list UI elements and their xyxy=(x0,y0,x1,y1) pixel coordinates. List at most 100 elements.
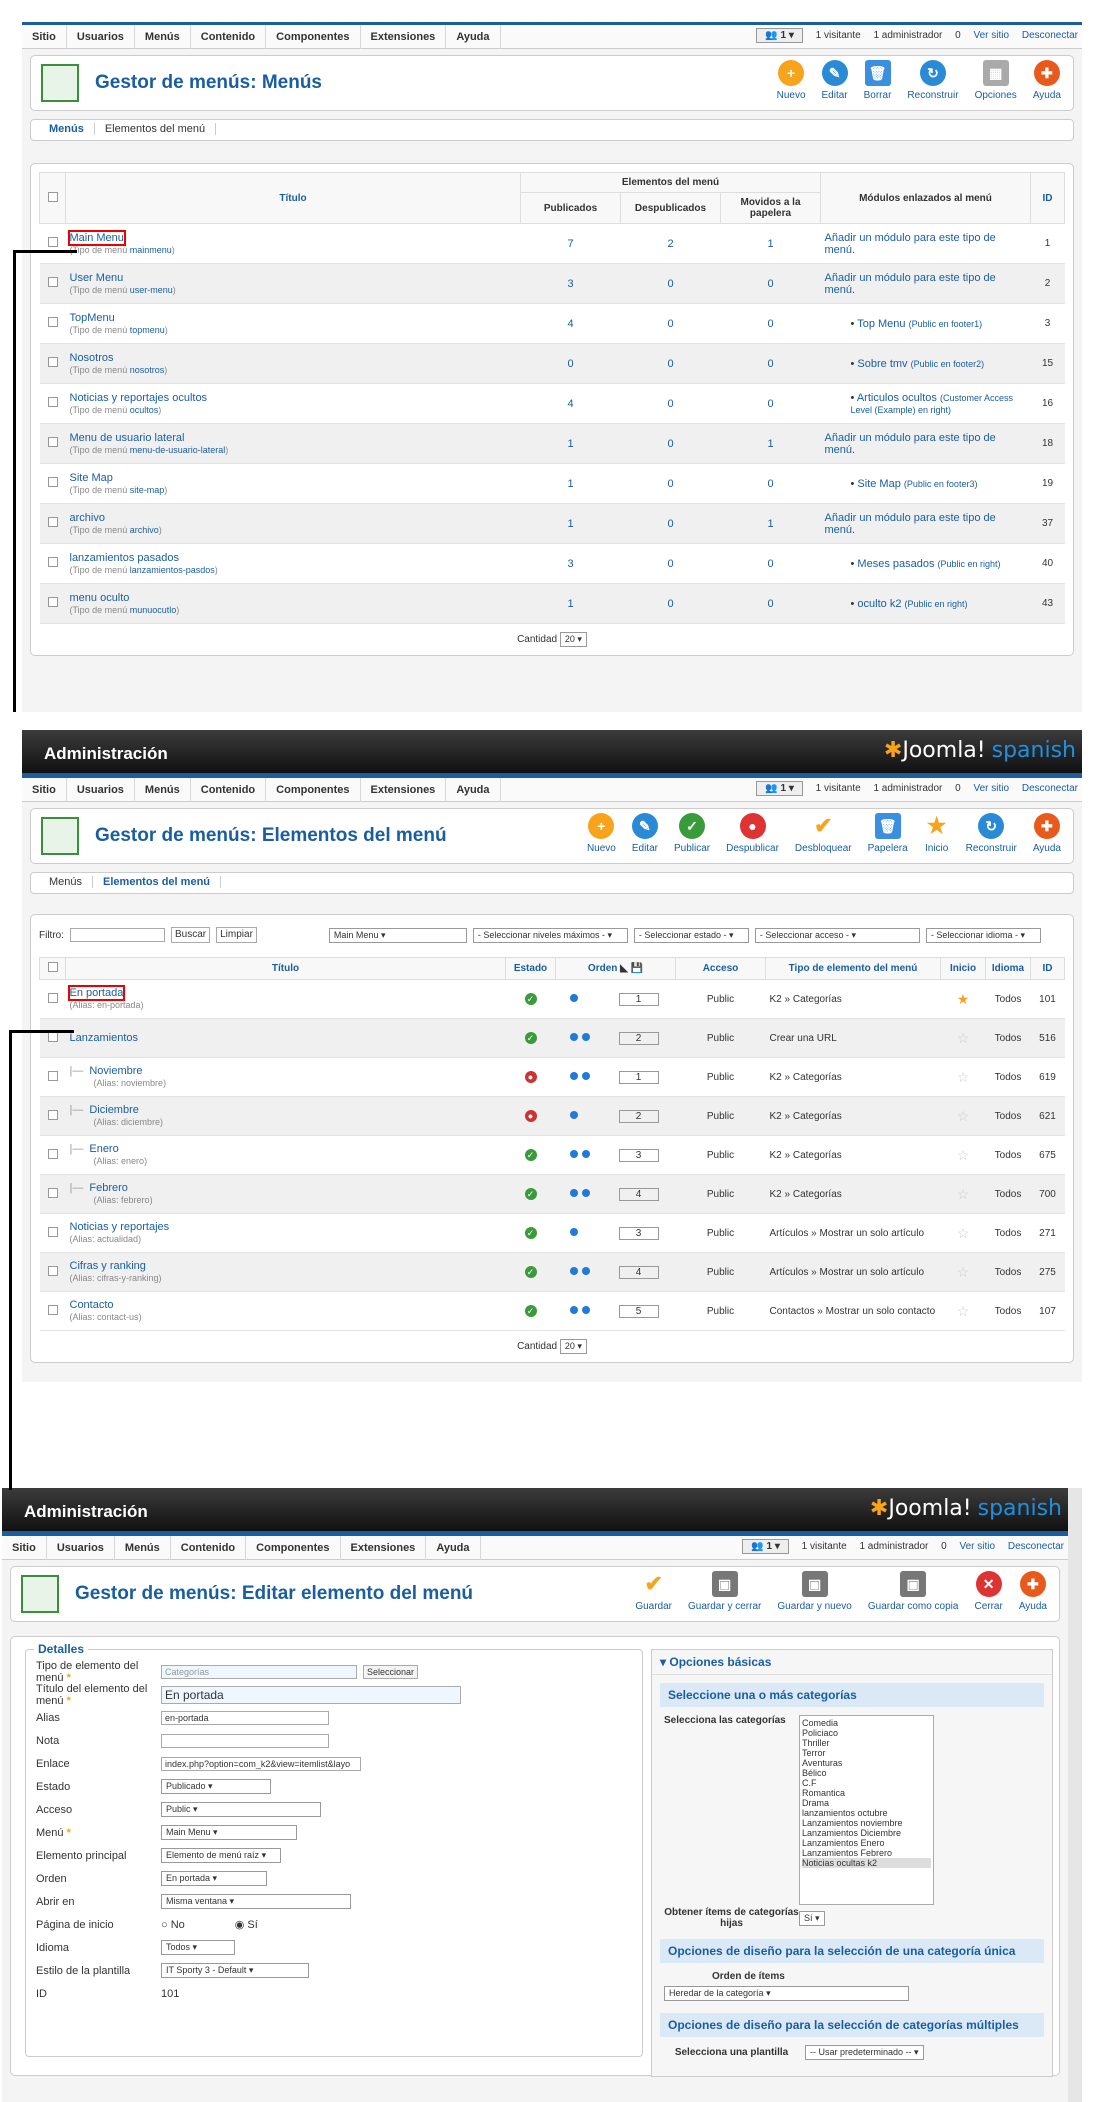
close-button[interactable]: ✕ Cerrar xyxy=(966,1571,1010,1612)
menu-title-link[interactable]: TopMenu xyxy=(70,312,115,324)
view-site-link[interactable]: Ver sitio xyxy=(974,783,1010,794)
category-option[interactable]: Lanzamientos Enero xyxy=(802,1838,931,1848)
save-close-button[interactable]: ▣ Guardar y cerrar xyxy=(680,1571,769,1612)
order-arrow-icon[interactable] xyxy=(569,1071,578,1080)
tab-menus[interactable]: Menús xyxy=(39,876,94,888)
order-arrow-icon[interactable] xyxy=(569,1305,578,1314)
category-option[interactable]: Aventuras xyxy=(802,1758,931,1768)
item-title-link[interactable]: Diciembre xyxy=(89,1104,139,1116)
module-link[interactable]: oculto k2 xyxy=(857,598,901,610)
menu-title-link[interactable]: User Menu xyxy=(70,272,124,284)
trashed-count[interactable]: 1 xyxy=(767,518,773,530)
menubar-item[interactable]: Contenido xyxy=(171,1536,247,1560)
menu-title-link[interactable]: Nosotros xyxy=(70,352,114,364)
clear-button[interactable]: Limpiar xyxy=(216,927,257,943)
menubar-item[interactable]: Ayuda xyxy=(446,778,501,802)
order-arrow-icon[interactable] xyxy=(581,1266,590,1275)
trashed-count[interactable]: 0 xyxy=(767,358,773,370)
row-checkbox[interactable] xyxy=(47,1304,58,1315)
order-input[interactable]: 2 xyxy=(618,1031,659,1045)
order-arrow-icon[interactable] xyxy=(569,1188,578,1197)
filter-search-input[interactable] xyxy=(70,928,165,942)
row-checkbox[interactable] xyxy=(47,992,58,1003)
field-input[interactable]: en-portada xyxy=(161,1710,329,1725)
category-option[interactable]: Romantica xyxy=(802,1788,931,1798)
home-star-icon[interactable]: ★ xyxy=(957,991,970,1007)
menubar-item[interactable]: Menús xyxy=(115,1536,171,1560)
state-select[interactable]: - Seleccionar estado - ▾ xyxy=(633,927,749,943)
menubar-item[interactable]: Componentes xyxy=(266,25,361,49)
row-checkbox[interactable] xyxy=(47,597,58,607)
col-status[interactable]: Estado xyxy=(505,957,556,980)
users-dropdown[interactable]: 👥 1 ▾ xyxy=(756,28,803,43)
published-count[interactable]: 1 xyxy=(567,478,573,490)
save-copy-button[interactable]: ▣ Guardar como copia xyxy=(860,1571,967,1612)
menubar-item[interactable]: Sitio xyxy=(2,1536,47,1560)
published-count[interactable]: 4 xyxy=(567,318,573,330)
logout-link[interactable]: Desconectar xyxy=(1022,783,1078,794)
unpublished-count[interactable]: 0 xyxy=(667,278,673,290)
menubar-item[interactable]: Contenido xyxy=(191,778,267,802)
trashed-count[interactable]: 0 xyxy=(767,598,773,610)
menubar-item[interactable]: Ayuda xyxy=(426,1536,481,1560)
child-categories-select[interactable]: Sí ▾ xyxy=(799,1910,825,1926)
set-home-star-icon[interactable]: ☆ xyxy=(957,1264,970,1280)
list-limit-select[interactable]: 20 ▾ xyxy=(559,632,587,647)
order-arrow-icon[interactable] xyxy=(581,1032,590,1041)
row-checkbox[interactable] xyxy=(47,1031,58,1042)
item-title-link[interactable]: Contacto xyxy=(70,1299,114,1311)
category-option[interactable]: Terror xyxy=(802,1748,931,1758)
tab-menu-items[interactable]: Elementos del menú xyxy=(93,876,222,888)
published-count[interactable]: 4 xyxy=(567,398,573,410)
row-checkbox[interactable] xyxy=(47,277,58,287)
unpublished-count[interactable]: 0 xyxy=(667,318,673,330)
help-button[interactable]: ✚ Ayuda xyxy=(1025,813,1069,854)
category-option[interactable]: Lanzamientos noviembre xyxy=(802,1818,931,1828)
published-icon[interactable]: ✓ xyxy=(524,993,537,1005)
order-arrow-icon[interactable] xyxy=(569,1032,578,1041)
menu-filter-select[interactable]: Main Menu ▾ xyxy=(328,927,467,943)
menu-title-link[interactable]: archivo xyxy=(70,512,105,524)
save-order-icon[interactable]: 💾 xyxy=(631,963,643,974)
menubar-item[interactable]: Sitio xyxy=(22,778,67,802)
module-link[interactable]: Top Menu xyxy=(857,318,905,330)
published-count[interactable]: 3 xyxy=(567,558,573,570)
category-option[interactable]: Bélico xyxy=(802,1768,931,1778)
col-access[interactable]: Acceso xyxy=(675,957,766,980)
menubar-item[interactable]: Menús xyxy=(135,778,191,802)
published-count[interactable]: 0 xyxy=(567,358,573,370)
menu-title-link[interactable]: Site Map xyxy=(70,472,113,484)
category-option[interactable]: Policiaco xyxy=(802,1728,931,1738)
trashed-count[interactable]: 0 xyxy=(767,558,773,570)
col-title[interactable]: Título xyxy=(65,957,506,980)
menu-title-link[interactable]: Menu de usuario lateral xyxy=(70,432,185,444)
category-option[interactable]: Comedia xyxy=(802,1718,931,1728)
menubar-item[interactable]: Ayuda xyxy=(446,25,501,49)
set-home-star-icon[interactable]: ☆ xyxy=(957,1303,970,1319)
set-home-star-icon[interactable]: ☆ xyxy=(957,1030,970,1046)
publish-button[interactable]: ✓ Publicar xyxy=(666,813,718,854)
category-option[interactable]: Noticias ocultas k2 xyxy=(802,1858,931,1868)
search-button[interactable]: Buscar xyxy=(171,927,211,943)
trashed-count[interactable]: 0 xyxy=(767,478,773,490)
col-order[interactable]: Orden ◣ 💾 xyxy=(555,957,676,980)
order-arrow-icon[interactable] xyxy=(581,1188,590,1197)
menubar-item[interactable]: Usuarios xyxy=(67,25,135,49)
menu-title-link[interactable]: Main Menu xyxy=(67,229,126,246)
category-option[interactable]: lanzamientos octubre xyxy=(802,1808,931,1818)
row-checkbox[interactable] xyxy=(47,1148,58,1159)
order-input[interactable]: 4 xyxy=(618,1265,659,1279)
menubar-item[interactable]: Extensiones xyxy=(361,778,447,802)
edit-button[interactable]: ✎ Editar xyxy=(814,60,856,101)
published-icon[interactable]: ✓ xyxy=(524,1227,537,1239)
category-option[interactable]: Lanzamientos Febrero xyxy=(802,1848,931,1858)
col-language[interactable]: Idioma xyxy=(985,957,1031,980)
module-link[interactable]: Articulos ocultos xyxy=(857,392,937,404)
set-home-star-icon[interactable]: ☆ xyxy=(957,1225,970,1241)
select-type-button[interactable]: Seleccionar xyxy=(363,1664,419,1679)
field-select[interactable]: Publicado ▾ xyxy=(161,1779,271,1794)
categories-multiselect[interactable]: Comedia Policiaco Thriller Terror Aventuras B… xyxy=(799,1715,934,1905)
order-arrow-icon[interactable] xyxy=(569,1266,578,1275)
language-select[interactable]: - Seleccionar idioma - ▾ xyxy=(925,927,1041,943)
order-arrow-icon[interactable] xyxy=(581,1149,590,1158)
